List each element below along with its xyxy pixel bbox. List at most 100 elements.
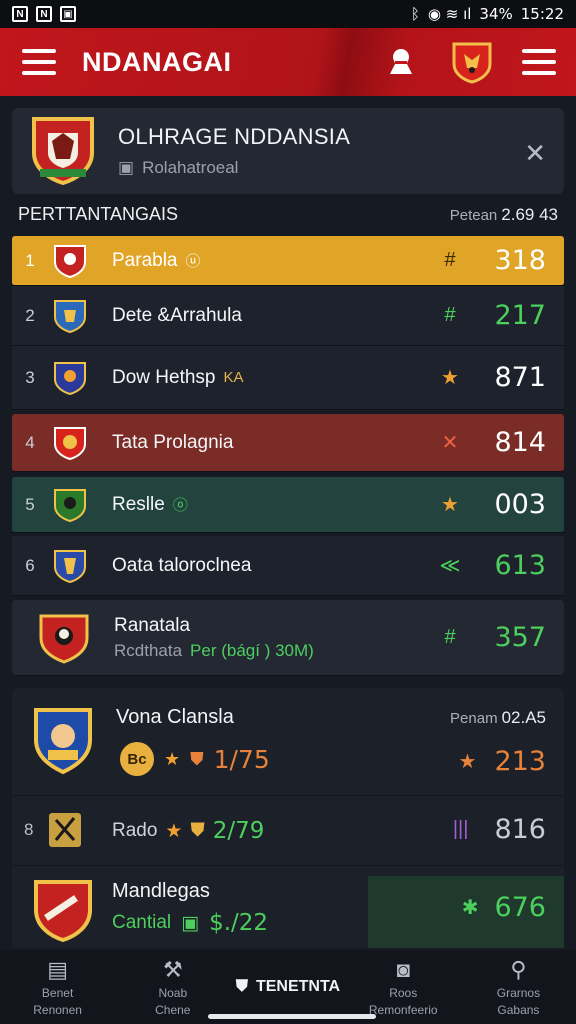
table-row[interactable]: 3 Dow Hethsp KA ★ 871 [12,346,564,410]
rank: 2 [25,305,35,325]
search-icon: ⚲ [510,957,527,982]
star-icon: ★ [441,494,459,516]
team-name: Vona Clansla [116,706,234,728]
camera-icon: ◙ [396,957,410,982]
standings-header: PERTTANTANGAIS Petean 2.69 43 [18,204,558,225]
team-name: Reslle [112,493,165,515]
team-badge-icon [54,244,86,278]
team-badge-icon [54,488,86,522]
team-score: 2/79 [212,818,265,844]
bars-icon: ||| [452,818,469,840]
league-subtitle: Rolahatroeal [142,158,239,177]
notification-icon: N [36,6,52,22]
bluetooth-icon: ᛒ [410,5,420,23]
clock: 15:22 [520,5,564,23]
rank: 4 [25,432,35,452]
image-icon: ▣ [60,6,76,22]
team-points: 213 [494,746,546,777]
team-name: Ranatala [114,614,191,636]
team-points: 814 [494,427,546,458]
star-icon: ★ [165,820,183,842]
team-name: Oata taloroclnea [112,554,252,576]
list-item[interactable]: Vona Clansla Bc ★ ⛊ 1/75 Penam 02.A5 ★ 21… [12,688,564,796]
nav-item-search[interactable]: ⚲ Grarnos Gabans [461,950,576,1024]
list-item[interactable]: 8 Rado ★ ⛊ 2/79 ||| 816 [12,796,564,866]
team-points: 318 [494,245,546,276]
team-name: Tata Prolagnia [112,431,234,453]
team-tag: ⓞ [172,497,188,514]
shield-icon: ⛊ [190,820,205,841]
table-row[interactable]: 6 Oata taloroclnea ≪ 613 [12,536,564,596]
team-badge-icon [34,880,92,943]
hash-icon: # [444,304,456,326]
team-name: Parabla [112,249,178,271]
nav-item-active[interactable]: ⛊ TENETNTA [230,950,345,1024]
team-badge-icon [54,361,86,395]
rank: 3 [25,367,35,387]
trophy-icon: ⛊ [190,748,204,769]
club-crest-icon[interactable] [450,40,494,84]
team-points: 357 [494,622,546,653]
team-subname: Cantial [112,912,172,933]
trend-icon: ≪ [439,555,461,577]
close-icon[interactable]: ✕ [524,138,546,169]
team-badge-icon [39,614,89,664]
nav-item-camera[interactable]: ◙ Roos Remonfeerio [346,950,461,1024]
team-name: Rado [112,820,158,841]
star-icon: ★ [441,367,459,389]
nav-item-tools[interactable]: ⚒ Noab Chene [115,950,230,1024]
more-menu-icon[interactable] [522,49,556,75]
hash-icon: # [444,626,456,648]
table-row[interactable]: Ranatala Rcdthata Per (bágí ) 30M) # 357 [12,600,564,676]
rank: 8 [24,820,34,839]
table-row[interactable]: 1 Parabla ⓤ # 318 [12,236,564,286]
battery-level: 34% [479,5,513,23]
team-tag: KA [223,369,244,386]
team-score: 1/75 [213,744,270,774]
team-name: Mandlegas [112,880,210,902]
table-row[interactable]: 5 Reslle ⓞ ★ 003 [12,477,564,533]
chat-icon: ▣ [181,912,200,934]
league-card[interactable]: OLHRAGE NDDANSIA ▣ Rolahatroeal ✕ [12,108,564,194]
team-name: Dow Hethsp [112,366,216,388]
team-points: 613 [494,550,546,581]
team-points: 816 [494,814,546,845]
menu-icon[interactable] [22,49,56,75]
team-note: Per (bágí ) 30M) [190,640,314,660]
notification-icon: N [12,6,28,22]
gear-icon: ✱ [461,897,479,919]
team-points: 871 [494,362,546,393]
team-points: 676 [494,892,546,923]
team-badge-icon [54,299,86,333]
team-badge-icon [34,708,92,775]
rank: 1 [25,250,35,270]
table-row[interactable]: 2 Dete &Arrahula # 217 [12,286,564,346]
bottom-nav: ▤ Benet Renonen ⚒ Noab Chene ⛊ TENETNTA … [0,950,576,1024]
points-summary: Penam 02.A5 [450,708,546,727]
section-title: PERTTANTANGAIS [18,204,179,224]
league-title: OLHRAGE NDDANSIA [118,124,351,149]
list-item[interactable]: Mandlegas Cantial ▣ $./22 ✱ 676 [12,866,564,948]
team-points: 217 [494,300,546,331]
app-header: NDANAGAI [0,28,576,96]
app-title: NDANAGAI [82,46,232,77]
star-icon: ★ [164,748,181,769]
team-badge-icon [49,813,81,847]
team-score: $./22 [209,910,269,936]
rank: 6 [25,555,35,575]
user-alert-icon[interactable] [386,46,416,78]
team-badge-icon [54,426,86,460]
shield-icon: ⛊ [235,978,248,995]
home-indicator[interactable] [208,1014,376,1019]
nav-item-home[interactable]: ▤ Benet Renonen [0,950,115,1024]
team-subname: Rcdthata [114,640,183,660]
status-bar: N N ▣ ᛒ ◉ ≋ ıl 34% 15:22 [0,0,576,28]
calendar-icon: ▣ [118,158,135,177]
star-icon: ★ [458,751,477,773]
team-name: Dete &Arrahula [112,304,242,326]
team-points: 003 [494,489,546,520]
briefcase-icon: ▤ [47,957,68,982]
table-row[interactable]: 4 Tata Prolagnia ✕ 814 [12,414,564,472]
coin-icon: Bc [120,742,154,776]
points-summary: Petean 2.69 43 [449,204,558,224]
